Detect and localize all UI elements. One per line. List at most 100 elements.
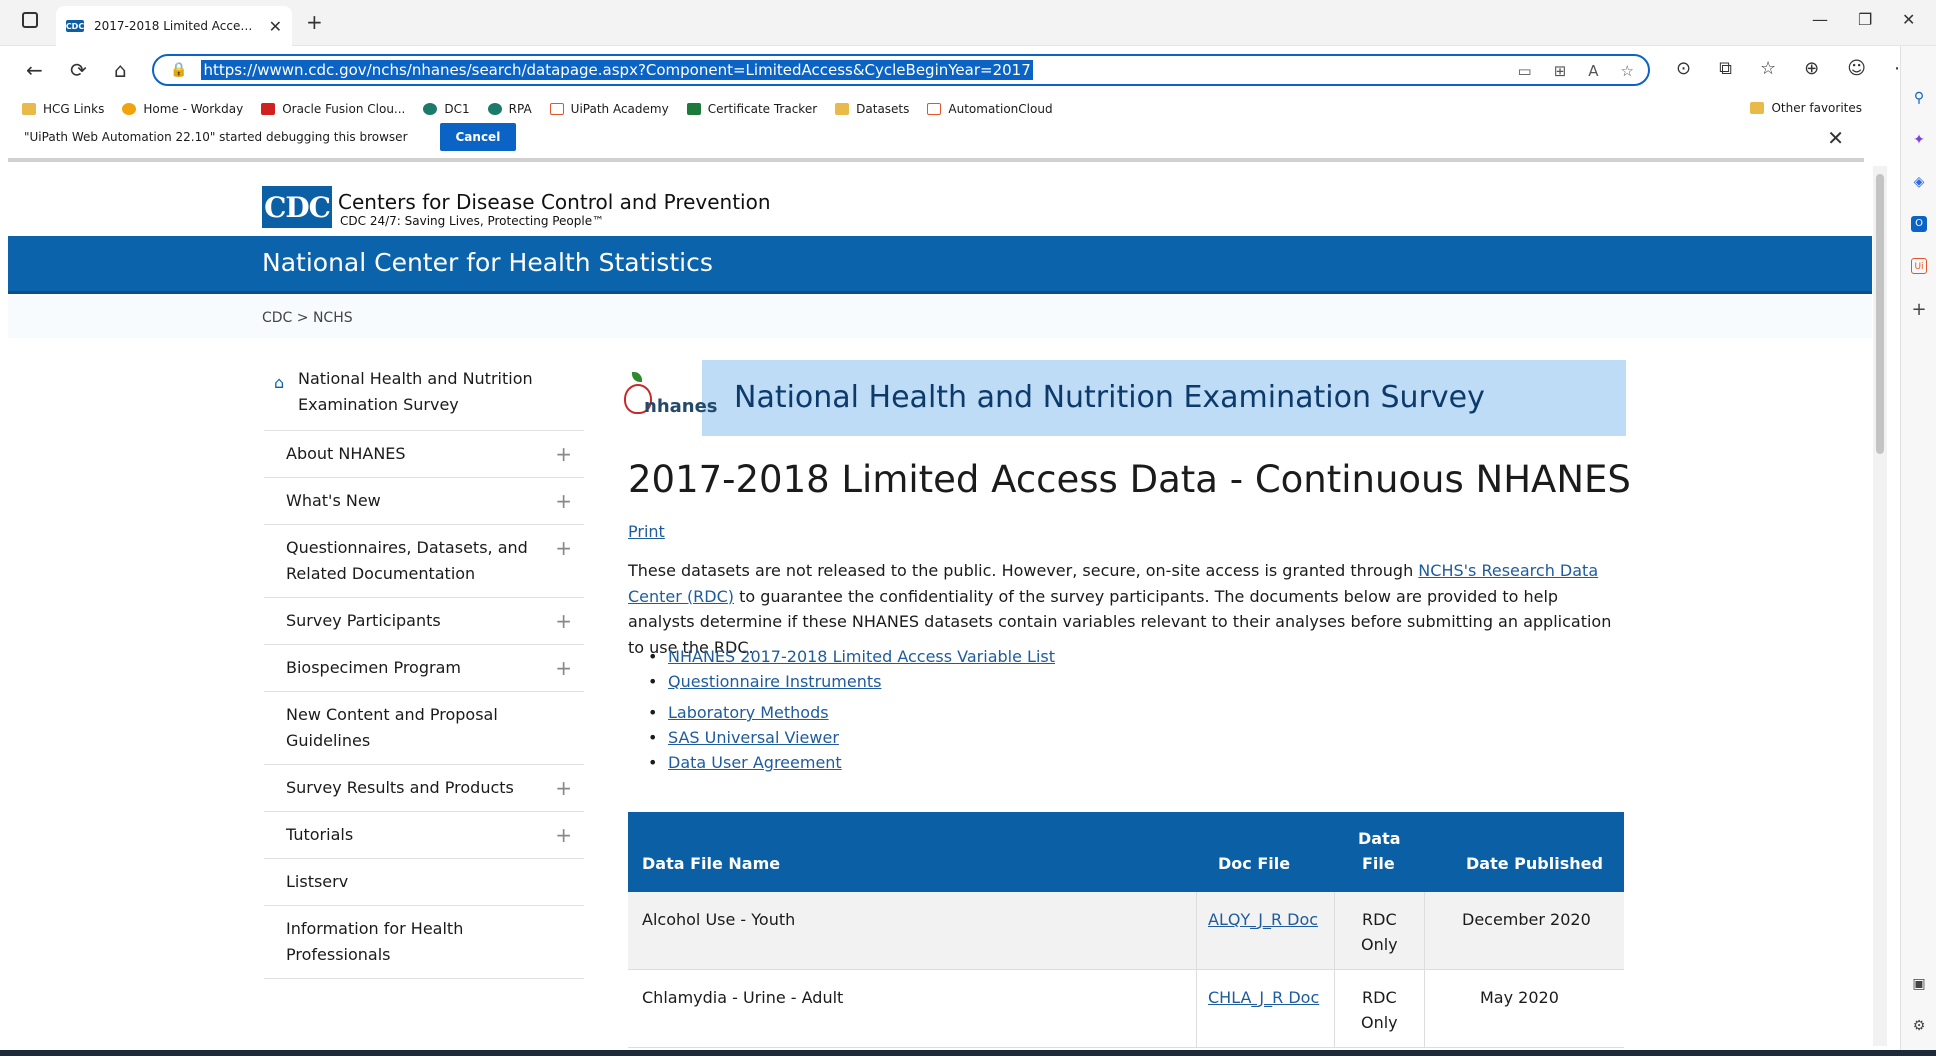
close-window-icon[interactable]: ✕ xyxy=(1902,10,1915,29)
expand-icon[interactable]: + xyxy=(555,441,572,467)
new-tab-icon[interactable]: + xyxy=(306,10,323,34)
debug-message: "UiPath Web Automation 22.10" started de… xyxy=(24,130,408,144)
minimize-icon[interactable]: — xyxy=(1812,10,1828,29)
expand-icon[interactable]: + xyxy=(555,775,572,801)
excel-icon xyxy=(686,103,701,115)
expand-icon[interactable]: + xyxy=(555,535,572,561)
taskbar xyxy=(0,1050,1936,1056)
nav-item-listserv[interactable]: Listserv xyxy=(264,859,584,906)
col-doc-file[interactable]: Doc File xyxy=(1218,854,1290,873)
nav-item-survey-participants[interactable]: Survey Participants + xyxy=(264,598,584,645)
close-infobar-icon[interactable]: ✕ xyxy=(1827,126,1844,150)
favorite-dc1[interactable]: DC1 xyxy=(423,102,470,116)
home-icon[interactable]: ⌂ xyxy=(114,58,127,82)
nchs-title[interactable]: National Center for Health Statistics xyxy=(262,248,713,277)
copilot-icon[interactable]: ✦ xyxy=(1911,132,1927,148)
folder-icon xyxy=(835,103,850,115)
folder-icon xyxy=(22,103,36,115)
apps-icon[interactable]: ⊞ xyxy=(1554,62,1567,80)
nav-item-whats-new[interactable]: What's New + xyxy=(264,478,584,525)
cdc-tagline: CDC 24/7: Saving Lives, Protecting Peopl… xyxy=(340,214,605,228)
read-aloud-icon[interactable]: ▭ xyxy=(1518,62,1532,80)
print-link[interactable]: Print xyxy=(628,522,665,541)
uipath-icon[interactable]: Ui xyxy=(1911,258,1927,274)
expand-icon[interactable]: + xyxy=(555,608,572,634)
expand-icon[interactable]: + xyxy=(555,822,572,848)
outlook-icon[interactable]: O xyxy=(1911,216,1927,232)
lock-icon[interactable]: 🔒 xyxy=(170,62,187,78)
favorite-automation-cloud[interactable]: AutomationCloud xyxy=(927,102,1053,116)
add-sidebar-icon[interactable]: + xyxy=(1911,301,1927,319)
cancel-debug-button[interactable]: Cancel xyxy=(439,123,517,151)
nav-item-about[interactable]: About NHANES + xyxy=(264,431,584,478)
oracle-icon xyxy=(261,103,276,115)
scrollbar-thumb[interactable] xyxy=(1876,174,1884,454)
browser-tab[interactable]: CDC 2017-2018 Limited Access Data ✕ xyxy=(56,6,292,46)
office-icon[interactable]: ◈ xyxy=(1911,174,1927,190)
table-row: Chlamydia - Urine - Adult CHLA_J_R Doc R… xyxy=(628,970,1624,1048)
other-favorites[interactable]: Other favorites xyxy=(1750,101,1862,115)
nav-item-health-professionals[interactable]: Information for Health Professionals xyxy=(264,906,584,979)
link-laboratory-methods[interactable]: Laboratory Methods xyxy=(648,700,1055,725)
text-icon[interactable]: A xyxy=(1588,62,1598,80)
settings-icon[interactable]: ⚙ xyxy=(1911,1018,1927,1034)
col-data-file-line1[interactable]: Data xyxy=(1358,829,1401,848)
favorite-hcg-links[interactable]: HCG Links xyxy=(22,102,104,116)
nchs-banner: National Center for Health Statistics xyxy=(8,236,1872,294)
favorite-uipath-academy[interactable]: UiPath Academy xyxy=(549,102,669,116)
favorite-datasets[interactable]: Datasets xyxy=(835,102,909,116)
nav-home-item[interactable]: ⌂ National Health and Nutrition Examinat… xyxy=(264,354,584,431)
expand-icon[interactable]: + xyxy=(555,655,572,681)
breadcrumb-text[interactable]: CDC > NCHS xyxy=(262,310,353,326)
sidebar-layout-icon[interactable]: ▣ xyxy=(1911,976,1927,992)
debugging-infobar: "UiPath Web Automation 22.10" started de… xyxy=(8,116,1864,162)
close-tab-icon[interactable]: ✕ xyxy=(269,17,282,36)
nav-item-biospecimen[interactable]: Biospecimen Program + xyxy=(264,645,584,692)
resource-links: NHANES 2017-2018 Limited Access Variable… xyxy=(648,644,1055,775)
nav-item-tutorials[interactable]: Tutorials + xyxy=(264,812,584,859)
col-date-published[interactable]: Date Published xyxy=(1466,854,1603,873)
address-bar[interactable]: 🔒 https://wwwn.cdc.gov/nchs/nhanes/searc… xyxy=(152,54,1650,86)
address-bar-icons: ▭ ⊞ A ☆ xyxy=(1518,62,1634,80)
doc-file-link[interactable]: ALQY_J_R Doc xyxy=(1208,910,1318,929)
cell-name: Chlamydia - Urine - Adult xyxy=(642,988,844,1007)
rpa-icon xyxy=(487,103,502,115)
refresh-icon[interactable]: ⟳ xyxy=(70,58,87,82)
nhanes-logo[interactable]: nhanes xyxy=(614,360,718,436)
url-text[interactable]: https://wwwn.cdc.gov/nchs/nhanes/search/… xyxy=(201,60,1033,80)
favorite-certificate-tracker[interactable]: Certificate Tracker xyxy=(686,102,817,116)
favorites-icon[interactable]: ☆ xyxy=(1760,58,1776,79)
collections-icon[interactable]: ⊕ xyxy=(1804,58,1819,79)
nav-item-new-content[interactable]: New Content and Proposal Guidelines xyxy=(264,692,584,765)
favorite-rpa[interactable]: RPA xyxy=(487,102,532,116)
link-questionnaire-instruments[interactable]: Questionnaire Instruments xyxy=(648,669,1055,694)
extensions-icon[interactable]: ⧉ xyxy=(1719,58,1732,79)
link-data-user-agreement[interactable]: Data User Agreement xyxy=(648,750,1055,775)
page-scrollbar[interactable] xyxy=(1873,166,1887,1046)
cell-name: Alcohol Use - Youth xyxy=(642,910,796,929)
uipath-icon xyxy=(927,103,942,115)
tracking-icon[interactable]: ⊙ xyxy=(1676,58,1691,79)
folder-icon xyxy=(1750,102,1765,114)
uipath-icon xyxy=(549,103,564,115)
back-icon[interactable]: ← xyxy=(26,58,43,82)
dc1-icon xyxy=(423,103,438,115)
tab-actions-icon[interactable] xyxy=(22,12,38,28)
profile-icon[interactable]: ☺ xyxy=(1847,58,1866,79)
nav-item-questionnaires[interactable]: Questionnaires, Datasets, and Related Do… xyxy=(264,525,584,598)
nav-item-survey-results[interactable]: Survey Results and Products + xyxy=(264,765,584,812)
link-variable-list[interactable]: NHANES 2017-2018 Limited Access Variable… xyxy=(648,644,1055,669)
link-sas-universal-viewer[interactable]: SAS Universal Viewer xyxy=(648,725,1055,750)
tab-title: 2017-2018 Limited Access Data xyxy=(94,19,259,33)
col-data-file-name[interactable]: Data File Name xyxy=(642,854,780,873)
col-data-file-line2[interactable]: File xyxy=(1362,854,1395,873)
favorite-oracle[interactable]: Oracle Fusion Clou... xyxy=(261,102,405,116)
expand-icon[interactable]: + xyxy=(555,488,572,514)
favorite-workday[interactable]: Home - Workday xyxy=(122,102,243,116)
add-favorite-icon[interactable]: ☆ xyxy=(1621,62,1634,80)
search-icon[interactable]: ⚲ xyxy=(1911,90,1927,106)
restore-icon[interactable]: ❐ xyxy=(1858,10,1872,29)
cdc-logo[interactable]: CDC xyxy=(262,186,332,228)
doc-file-link[interactable]: CHLA_J_R Doc xyxy=(1208,988,1319,1007)
cdc-org-name[interactable]: Centers for Disease Control and Preventi… xyxy=(338,190,771,214)
